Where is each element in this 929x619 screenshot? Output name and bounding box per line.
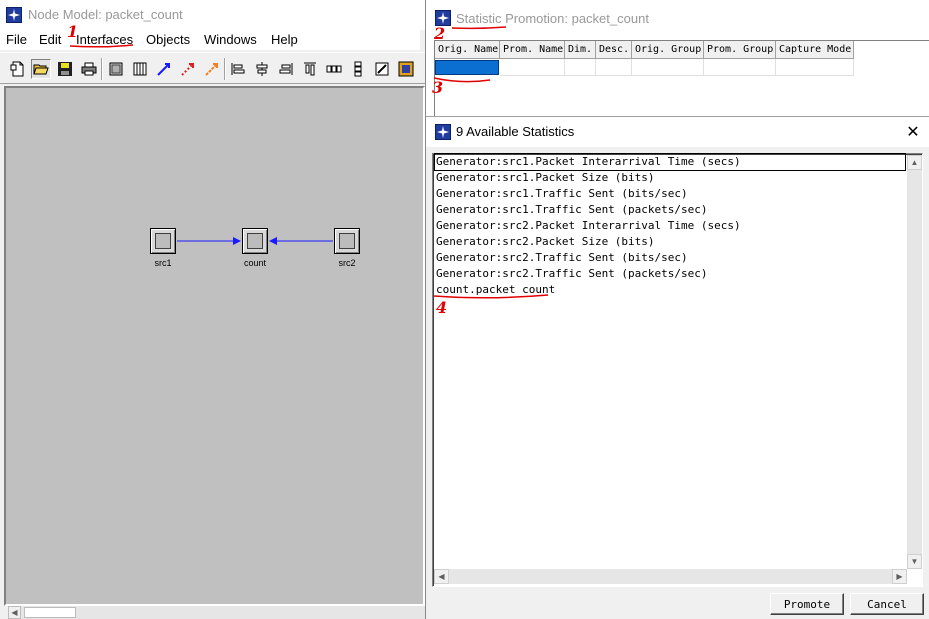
node-editor-canvas[interactable]: src1 count src2 xyxy=(4,86,425,606)
align-right-icon[interactable] xyxy=(276,59,296,79)
col-prom-name[interactable]: Prom. Name xyxy=(500,41,565,59)
statistics-list[interactable]: Generator:src1.Packet Interarrival Time … xyxy=(432,153,923,587)
menu-objects[interactable]: Objects xyxy=(146,32,190,47)
packet-stream-icon[interactable] xyxy=(154,59,174,79)
menu-edit[interactable]: Edit xyxy=(39,32,61,47)
annotation-4: 4 xyxy=(436,298,448,317)
table-cell[interactable] xyxy=(500,59,565,76)
node-label-src2: src2 xyxy=(338,258,356,268)
edit-attributes-icon[interactable] xyxy=(372,59,392,79)
statistic-promotion-window: Statistic Promotion: packet_count Orig. … xyxy=(425,0,929,116)
toolbar-separator xyxy=(101,58,103,80)
compile-icon[interactable] xyxy=(396,59,416,79)
scroll-left-arrow-icon[interactable]: ◀ xyxy=(8,606,21,619)
module-icon xyxy=(247,233,263,249)
col-prom-group[interactable]: Prom. Group xyxy=(704,41,776,59)
table-cell[interactable] xyxy=(565,59,596,76)
col-orig-group[interactable]: Orig. Group xyxy=(632,41,704,59)
module-icon xyxy=(339,233,355,249)
distribute-vertical-icon[interactable] xyxy=(348,59,368,79)
list-item-count-packet-count[interactable]: count.packet count xyxy=(435,282,555,298)
col-dim[interactable]: Dim. xyxy=(565,41,596,59)
association-icon[interactable] xyxy=(202,59,222,79)
toolbar xyxy=(0,52,425,84)
save-disk-icon[interactable] xyxy=(55,59,75,79)
scroll-down-arrow-icon[interactable]: ▼ xyxy=(907,554,922,569)
print-icon[interactable] xyxy=(79,59,99,79)
menu-windows[interactable]: Windows xyxy=(204,32,257,47)
menu-help[interactable]: Help xyxy=(271,32,298,47)
list-vertical-scrollbar[interactable]: ▲ ▼ xyxy=(907,155,922,569)
table-cell[interactable] xyxy=(776,59,854,76)
module-palette-icon[interactable] xyxy=(106,59,126,79)
scrollbar-thumb[interactable] xyxy=(24,607,76,618)
open-folder-icon[interactable] xyxy=(31,59,51,79)
menu-interfaces[interactable]: Interfaces xyxy=(76,32,133,47)
app-star-icon xyxy=(435,124,451,140)
dialog-title: 9 Available Statistics xyxy=(456,124,575,139)
list-item[interactable]: Generator:src1.Traffic Sent (packets/sec… xyxy=(435,202,708,218)
bus-palette-icon[interactable] xyxy=(130,59,150,79)
main-window-title: Node Model: packet_count xyxy=(28,7,183,22)
col-orig-name[interactable]: Orig. Name xyxy=(435,41,500,59)
list-item[interactable]: Generator:src2.Traffic Sent (bits/sec) xyxy=(435,250,688,266)
scroll-left-arrow-icon[interactable]: ◀ xyxy=(434,569,449,584)
table-cell[interactable] xyxy=(632,59,704,76)
promotion-table: Orig. Name Prom. Name Dim. Desc. Orig. G… xyxy=(434,40,929,116)
packet-stream-links xyxy=(177,237,333,245)
promote-button[interactable]: Promote xyxy=(770,593,844,615)
list-item[interactable]: Generator:src1.Packet Interarrival Time … xyxy=(434,153,906,171)
align-center-icon[interactable] xyxy=(252,59,272,79)
node-src2[interactable] xyxy=(334,228,360,254)
node-count[interactable] xyxy=(242,228,268,254)
annotation-2: 2 xyxy=(434,24,446,43)
node-src1[interactable] xyxy=(150,228,176,254)
col-capture-mode[interactable]: Capture Mode xyxy=(776,41,854,59)
annotation-1: 1 xyxy=(67,22,79,41)
scroll-up-arrow-icon[interactable]: ▲ xyxy=(907,155,922,170)
promotion-window-title: Statistic Promotion: packet_count xyxy=(456,11,649,26)
dialog-title-bar[interactable]: 9 Available Statistics ✕ xyxy=(426,117,929,147)
node-label-count: count xyxy=(243,258,267,268)
selected-orig-name-cell[interactable] xyxy=(435,60,499,75)
list-item[interactable]: Generator:src2.Packet Interarrival Time … xyxy=(435,218,741,234)
list-item[interactable]: Generator:src2.Packet Size (bits) xyxy=(435,234,655,250)
available-statistics-dialog: 9 Available Statistics ✕ Generator:src1.… xyxy=(425,116,929,619)
node-label-src1: src1 xyxy=(154,258,172,268)
distribute-horizontal-icon[interactable] xyxy=(324,59,344,79)
align-top-icon[interactable] xyxy=(300,59,320,79)
annotation-3: 3 xyxy=(432,78,444,97)
close-icon[interactable]: ✕ xyxy=(902,121,924,143)
list-item[interactable]: Generator:src2.Traffic Sent (packets/sec… xyxy=(435,266,708,282)
statistic-wire-icon[interactable] xyxy=(178,59,198,79)
module-icon xyxy=(155,233,171,249)
menu-bar: File Edit Interfaces Objects Windows Hel… xyxy=(0,30,420,50)
scroll-right-arrow-icon[interactable]: ▶ xyxy=(892,569,907,584)
new-document-icon[interactable] xyxy=(8,59,28,79)
list-horizontal-scrollbar[interactable]: ◀ ▶ xyxy=(434,569,907,584)
col-desc[interactable]: Desc. xyxy=(596,41,632,59)
table-cell[interactable] xyxy=(704,59,776,76)
align-left-icon[interactable] xyxy=(228,59,248,79)
canvas-horizontal-scrollbar[interactable]: ◀ xyxy=(8,606,426,619)
app-star-icon xyxy=(6,7,22,23)
cancel-button[interactable]: Cancel xyxy=(850,593,924,615)
toolbar-separator xyxy=(224,58,226,80)
table-cell[interactable] xyxy=(596,59,632,76)
list-item[interactable]: Generator:src1.Traffic Sent (bits/sec) xyxy=(435,186,688,202)
menu-file[interactable]: File xyxy=(6,32,27,47)
list-item[interactable]: Generator:src1.Packet Size (bits) xyxy=(435,170,655,186)
